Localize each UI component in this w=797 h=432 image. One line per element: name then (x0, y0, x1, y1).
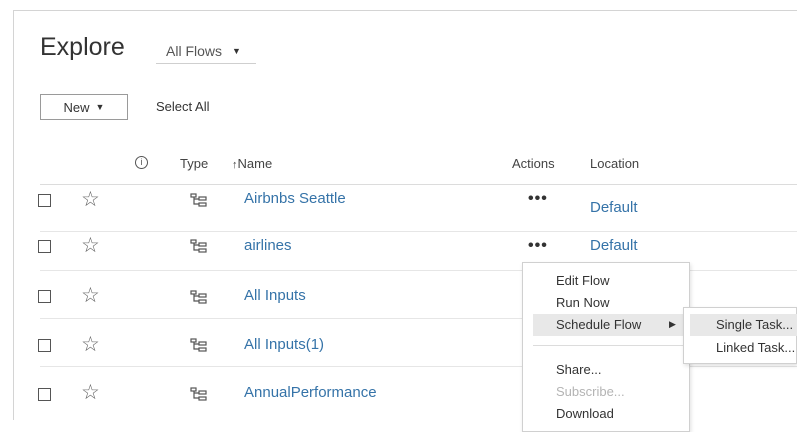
menu-separator (533, 345, 683, 346)
menu-item-schedule-flow[interactable]: Schedule Flow (556, 317, 641, 332)
submenu-item-linked-task[interactable]: Linked Task... (716, 340, 795, 355)
column-header-type[interactable]: Type (180, 156, 208, 171)
star-outline-icon[interactable]: ☆ (81, 235, 100, 256)
row-checkbox[interactable] (38, 290, 51, 303)
menu-item-edit-flow[interactable]: Edit Flow (556, 273, 609, 288)
info-circle-icon[interactable]: i (135, 156, 148, 169)
caret-down-icon: ▼ (232, 45, 241, 56)
flow-icon (190, 239, 207, 253)
caret-down-icon: ▼ (95, 102, 105, 112)
column-header-location[interactable]: Location (590, 156, 639, 171)
flow-icon (190, 338, 207, 352)
flow-name-link[interactable]: AnnualPerformance (244, 384, 377, 401)
star-outline-icon[interactable]: ☆ (81, 189, 100, 210)
row-checkbox[interactable] (38, 240, 51, 253)
row-checkbox[interactable] (38, 388, 51, 401)
location-link[interactable]: Default (590, 237, 638, 254)
row-checkbox[interactable] (38, 194, 51, 207)
flow-name-link[interactable]: All Inputs(1) (244, 336, 324, 353)
column-header-name-label: Name (237, 156, 273, 171)
column-header-actions: Actions (512, 156, 555, 171)
caret-right-icon: ▶ (669, 319, 676, 329)
flow-name-link[interactable]: All Inputs (244, 287, 306, 304)
flows-filter-value: All Flows (166, 42, 223, 59)
flow-icon (190, 387, 207, 401)
row-checkbox[interactable] (38, 339, 51, 352)
actions-more-icon[interactable]: ••• (528, 237, 548, 255)
flow-icon (190, 193, 207, 207)
star-outline-icon[interactable]: ☆ (81, 285, 100, 306)
flows-filter-dropdown[interactable]: All Flows ▼ (156, 38, 256, 64)
flow-name-link[interactable]: airlines (244, 237, 292, 254)
column-header-name[interactable]: ↑Name (232, 156, 272, 171)
schedule-flow-submenu: Single Task... Linked Task... (683, 307, 797, 364)
actions-more-icon[interactable]: ••• (528, 190, 548, 208)
location-link[interactable]: Default (590, 199, 638, 216)
new-button[interactable]: New ▼ (40, 94, 128, 120)
menu-item-share[interactable]: Share... (556, 362, 602, 377)
flow-icon (190, 290, 207, 304)
menu-item-run-now[interactable]: Run Now (556, 295, 609, 310)
page-title: Explore (40, 33, 125, 61)
star-outline-icon[interactable]: ☆ (81, 334, 100, 355)
star-outline-icon[interactable]: ☆ (81, 382, 100, 403)
menu-item-subscribe: Subscribe... (556, 384, 625, 399)
submenu-item-single-task[interactable]: Single Task... (716, 317, 793, 332)
actions-context-menu: Edit Flow Run Now Schedule Flow ▶ Share.… (522, 262, 690, 432)
flow-name-link[interactable]: Airbnbs Seattle (244, 190, 346, 207)
new-button-label: New (63, 99, 90, 115)
select-all-link[interactable]: Select All (156, 99, 209, 114)
